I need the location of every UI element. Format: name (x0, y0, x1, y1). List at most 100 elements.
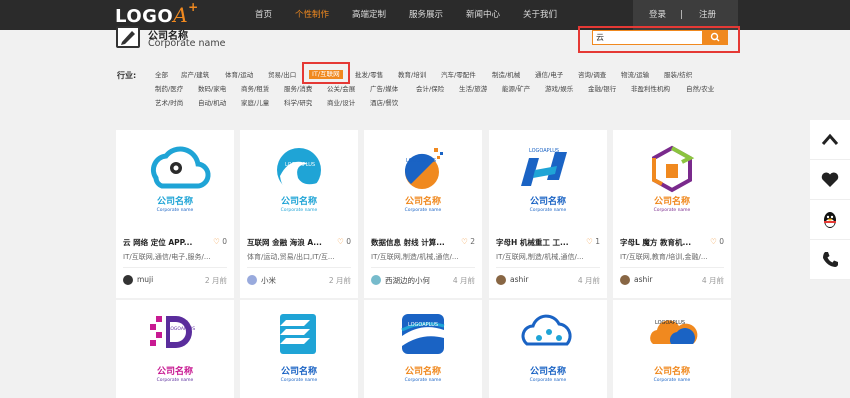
card-author[interactable]: 西湖边的小何 (385, 275, 430, 286)
tag-art[interactable]: 艺术/时尚 (155, 99, 183, 108)
tag-automation[interactable]: 自动/机动 (198, 99, 226, 108)
card-divider (496, 267, 600, 268)
logo-card[interactable]: LOGOAPLUS 公司名称 Corporate name (364, 300, 482, 398)
card-brand-en: Corporate name (404, 378, 442, 383)
logo-card[interactable]: 公司名称 Corporate name (489, 300, 607, 398)
tag-agriculture[interactable]: 自然/农业 (686, 85, 714, 94)
card-brand-cn: 公司名称 (404, 367, 441, 377)
back-to-top-button[interactable] (810, 120, 850, 160)
svg-text:LOGOAPLUS: LOGOAPLUS (406, 158, 436, 164)
card-likes[interactable]: ♡ 2 (461, 237, 475, 246)
tag-travel[interactable]: 生活/旅游 (459, 85, 487, 94)
cube-letter-l-logo (652, 145, 695, 193)
nav-home[interactable]: 首页 (255, 0, 295, 30)
tag-wholesale[interactable]: 批发/零售 (355, 71, 383, 80)
letter-h-logo: LOGOAPLUS (521, 148, 567, 186)
tag-sports[interactable]: 体育/运动 (225, 71, 253, 80)
avatar[interactable] (371, 275, 381, 285)
tag-realestate[interactable]: 房产/建筑 (181, 71, 209, 80)
nav-news[interactable]: 新闻中心 (466, 0, 523, 30)
card-likes[interactable]: ♡ 1 (586, 237, 600, 246)
logo-card[interactable]: 公司名称 Corporate name 云 网络 定位 APP... ♡ 0 I… (116, 130, 234, 298)
logo-card[interactable]: LOGOAPLUS 公司名称 Corporate name (613, 300, 731, 398)
industry-label: 行业: (117, 71, 137, 80)
tag-finance[interactable]: 金融/银行 (588, 85, 616, 94)
tag-science[interactable]: 科学/研究 (284, 99, 312, 108)
nav-custom-make[interactable]: 个性制作 (295, 0, 352, 30)
logo-card[interactable]: LOGOAPLUS 公司名称 Corporate name 字母H 机械重工 工… (489, 130, 607, 298)
tag-digital[interactable]: 数码/家电 (198, 85, 226, 94)
favorite-button[interactable] (810, 160, 850, 200)
tag-consulting[interactable]: 咨询/调查 (578, 71, 606, 80)
tag-pr[interactable]: 公关/会展 (327, 85, 355, 94)
card-brand-en: Corporate name (156, 208, 194, 213)
card-brand-cn: 公司名称 (529, 197, 566, 207)
nav-premium-custom[interactable]: 高端定制 (352, 0, 409, 30)
tag-hotel[interactable]: 酒店/餐饮 (370, 99, 398, 108)
tag-games[interactable]: 游戏/娱乐 (545, 85, 573, 94)
likes-count: 0 (222, 237, 227, 246)
card-title[interactable]: 字母L 魔方 教育机... (620, 237, 705, 248)
logo-card[interactable]: LOGOAPLUS 公司名称 Corporate name 互联网 金融 海浪 … (240, 130, 358, 298)
site-logo[interactable]: LOGOA+ (115, 0, 199, 27)
avatar[interactable] (123, 275, 133, 285)
avatar[interactable] (620, 275, 630, 285)
phone-button[interactable] (810, 240, 850, 280)
logo-text: LOGO (115, 6, 174, 27)
logo-card[interactable]: 公司名称 Corporate name (240, 300, 358, 398)
card-author[interactable]: 小米 (261, 275, 276, 286)
tag-family[interactable]: 家庭/儿童 (241, 99, 269, 108)
tag-education[interactable]: 教育/培训 (398, 71, 426, 80)
tag-service[interactable]: 服务/消费 (284, 85, 312, 94)
card-categories: IT/互联网,教育/培训,金融/... (620, 253, 708, 261)
card-brand-cn: 公司名称 (280, 197, 317, 207)
heart-icon: ♡ (461, 237, 468, 246)
avatar[interactable] (247, 275, 257, 285)
nav-services[interactable]: 服务展示 (409, 0, 466, 30)
cloud-location-logo (150, 146, 211, 189)
orange-cloud-logo: LOGOAPLUS (650, 320, 698, 344)
card-title[interactable]: 互联网 金融 海浪 A... (247, 237, 332, 248)
tag-energy[interactable]: 能源/矿产 (502, 85, 530, 94)
card-likes[interactable]: ♡ 0 (710, 237, 724, 246)
tag-advertising[interactable]: 广告/媒体 (370, 85, 398, 94)
tag-business[interactable]: 商务/租赁 (241, 85, 269, 94)
tag-manufacturing[interactable]: 制造/机械 (492, 71, 520, 80)
logo-card[interactable]: 公司名称 Corporate name 字母L 魔方 教育机... ♡ 0 IT… (613, 130, 731, 298)
tag-telecom[interactable]: 通信/电子 (535, 71, 563, 80)
nav-about[interactable]: 关于我们 (523, 0, 580, 30)
card-categories: IT/互联网,制造/机械,通信/... (496, 253, 584, 261)
road-square-logo: LOGOAPLUS (401, 314, 445, 354)
logo-card[interactable]: LOGOAPLUS 公司名称 Corporate name (116, 300, 234, 398)
card-title[interactable]: 数据信息 射线 计算... (371, 237, 456, 248)
card-author[interactable]: muji (137, 275, 153, 284)
svg-text:LOGOAPLUS: LOGOAPLUS (529, 148, 559, 154)
svg-text:LOGOAPLUS: LOGOAPLUS (285, 162, 315, 168)
card-time: 4 月前 (452, 276, 475, 285)
avatar[interactable] (496, 275, 506, 285)
qq-button[interactable] (810, 200, 850, 240)
card-likes[interactable]: ♡ 0 (213, 237, 227, 246)
logo-card[interactable]: LOGOAPLUS 公司名称 Corporate name 数据信息 射线 计算… (364, 130, 482, 298)
card-author[interactable]: ashir (634, 275, 652, 284)
tag-pharma[interactable]: 制药/医疗 (155, 85, 183, 94)
card-brand-en: Corporate name (156, 378, 194, 383)
tag-accounting[interactable]: 会计/保险 (416, 85, 444, 94)
tag-design[interactable]: 商业/设计 (327, 99, 355, 108)
card-title[interactable]: 云 网络 定位 APP... (123, 237, 208, 248)
pixel-letter-d-logo: LOGOAPLUS (150, 316, 195, 348)
card-likes[interactable]: ♡ 0 (337, 237, 351, 246)
heart-icon: ♡ (337, 237, 344, 246)
tag-apparel[interactable]: 服装/纺织 (664, 71, 692, 80)
card-brand-cn: 公司名称 (653, 367, 690, 377)
tag-trade[interactable]: 贸易/出口 (268, 71, 296, 80)
tag-auto[interactable]: 汽车/零配件 (441, 71, 476, 80)
data-ray-logo: LOGOAPLUS (404, 148, 443, 189)
heart-icon: ♡ (586, 237, 593, 246)
card-author[interactable]: ashir (510, 275, 528, 284)
logo-plus: + (188, 0, 199, 14)
tag-logistics[interactable]: 物流/运输 (621, 71, 649, 80)
tag-nonprofit[interactable]: 非盈利性机构 (631, 85, 670, 94)
card-title[interactable]: 字母H 机械重工 工... (496, 237, 581, 248)
tag-all[interactable]: 全部 (155, 71, 168, 80)
